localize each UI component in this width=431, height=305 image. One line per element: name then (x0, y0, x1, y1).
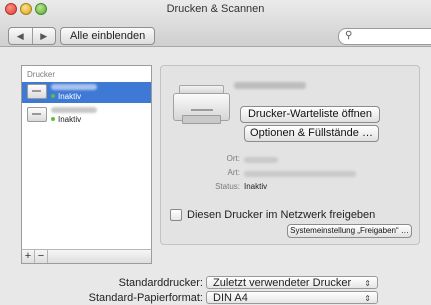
paper-size-value: DIN A4 (213, 292, 248, 304)
location-value-redacted (244, 157, 278, 163)
default-printer-value: Zuletzt verwendeter Drucker (213, 277, 352, 289)
paper-size-label: Standard-Papierformat: (88, 292, 203, 304)
kind-label: Art: (227, 168, 240, 177)
printer-title-redacted (234, 82, 306, 89)
printer-icon (27, 84, 47, 99)
printer-list-item-2[interactable]: Inaktiv (22, 105, 151, 126)
printer-name-redacted (51, 107, 97, 113)
paper-size-popup[interactable]: DIN A4 ⇕ (206, 291, 378, 304)
sharing-preferences-button[interactable]: Systemeinstellung „Freigaben“ … (287, 224, 412, 238)
status-dot-icon (51, 94, 55, 98)
share-printer-label: Diesen Drucker im Netzwerk freigeben (187, 209, 376, 221)
status-value: Inaktiv (244, 182, 268, 191)
popup-arrows-icon: ⇕ (364, 279, 371, 288)
default-printer-popup[interactable]: Zuletzt verwendeter Drucker ⇕ (206, 276, 378, 289)
printer-list: Drucker Inaktiv Inaktiv (21, 65, 152, 264)
show-all-button[interactable]: Alle einblenden (60, 27, 156, 45)
add-printer-button[interactable]: + (22, 250, 35, 263)
printer-status: Inaktiv (51, 115, 81, 124)
forward-arrow-icon: ▶ (40, 30, 48, 41)
printer-list-footer: + − (21, 249, 152, 264)
printer-status: Inaktiv (51, 92, 81, 101)
share-printer-checkbox-row[interactable]: Diesen Drucker im Netzwerk freigeben (170, 209, 375, 221)
printer-icon (27, 107, 47, 122)
popup-arrows-icon: ⇕ (364, 294, 371, 303)
window-titlebar: Drucken & Scannen ◀ ▶ Alle einblenden ⚲ (0, 0, 431, 47)
back-arrow-icon: ◀ (16, 30, 24, 41)
status-label: Status: (215, 182, 240, 191)
status-dot-icon (51, 117, 55, 121)
remove-printer-button[interactable]: − (35, 250, 48, 263)
back-button[interactable]: ◀ (9, 28, 32, 44)
printer-name-redacted (51, 84, 97, 90)
forward-button[interactable]: ▶ (31, 28, 56, 44)
location-label: Ort: (226, 154, 240, 163)
search-icon: ⚲ (345, 30, 353, 41)
printer-list-header: Drucker (27, 70, 56, 79)
search-field[interactable]: ⚲ (338, 28, 431, 45)
options-supplies-button[interactable]: Optionen & Füllstände … (244, 125, 379, 142)
open-print-queue-button[interactable]: Drucker-Warteliste öffnen … (240, 106, 380, 135)
share-printer-checkbox[interactable] (170, 209, 182, 221)
printer-large-icon (173, 85, 230, 125)
back-forward-control: ◀ ▶ (8, 27, 56, 45)
printer-list-item-1[interactable]: Inaktiv (22, 82, 151, 103)
kind-value-redacted (244, 171, 356, 177)
window-title: Drucken & Scannen (166, 3, 265, 15)
default-printer-label: Standarddrucker: (118, 277, 203, 289)
